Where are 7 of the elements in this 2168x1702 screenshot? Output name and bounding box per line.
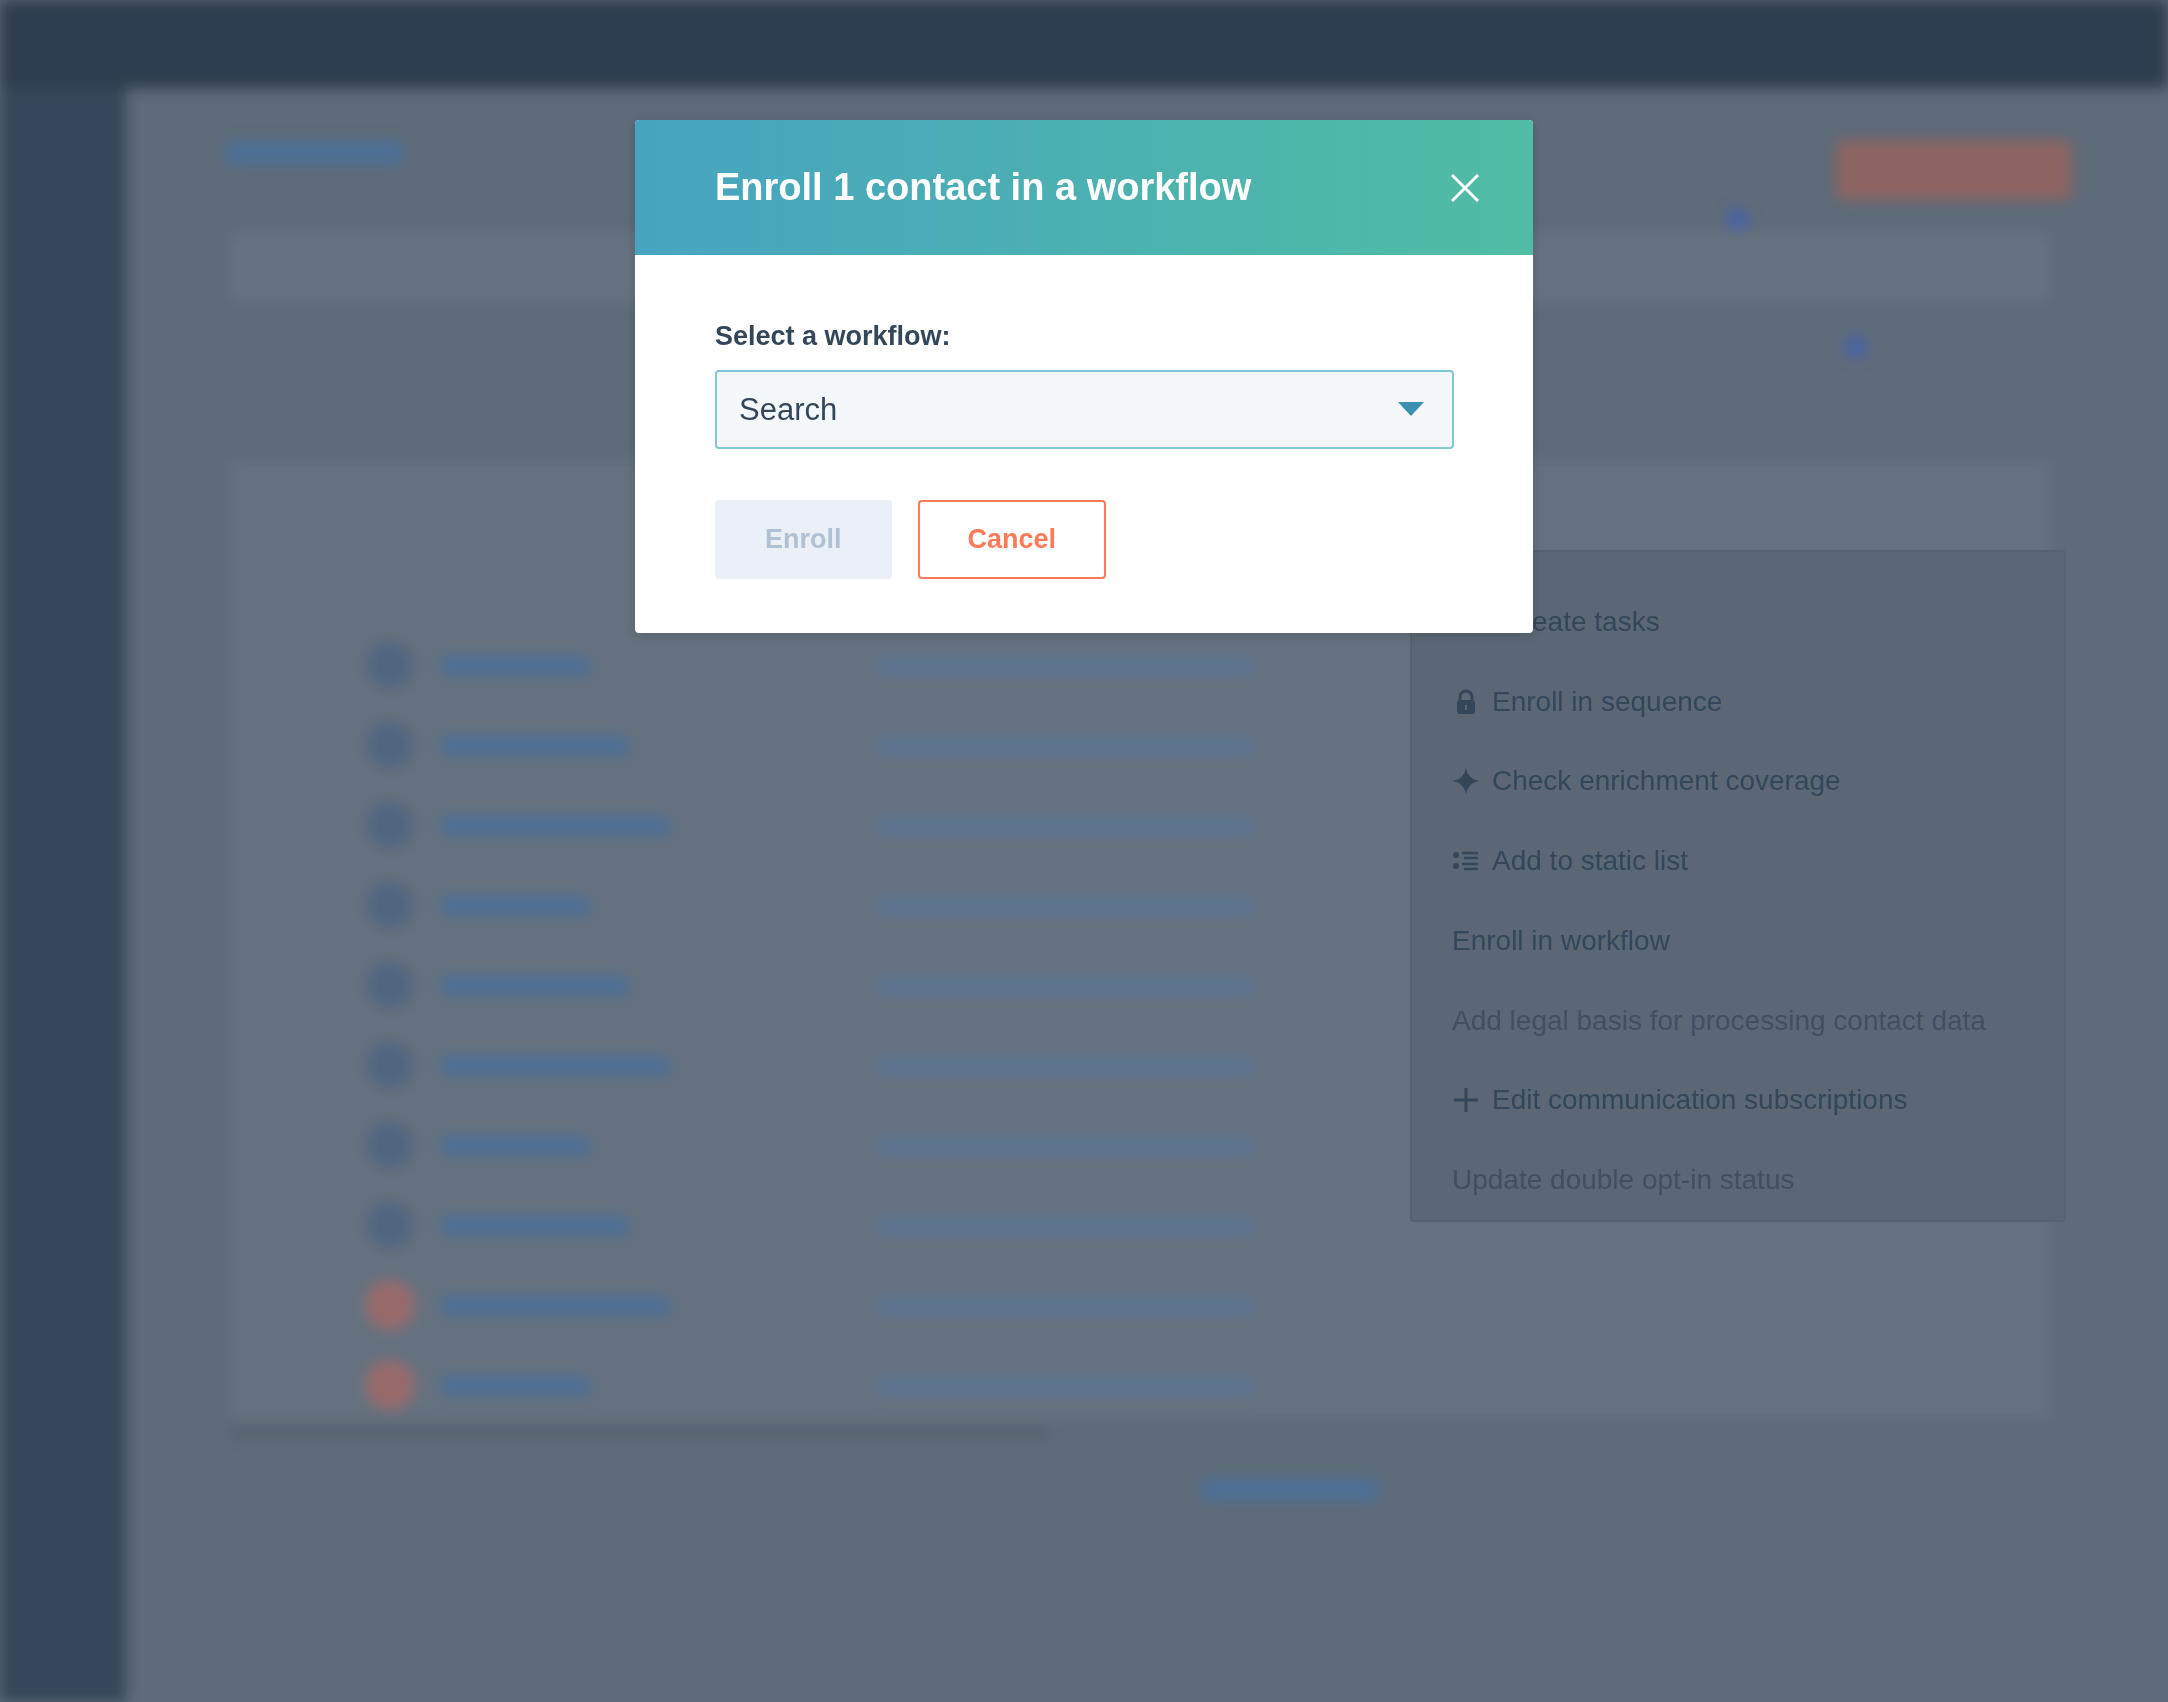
cancel-button[interactable]: Cancel [917,500,1107,579]
caret-icon [1398,402,1424,416]
workflow-select[interactable]: Search [715,370,1454,449]
field-label: Select a workflow: [715,321,952,352]
dialog-title: Enroll 1 contact in a workflow [715,166,1252,209]
plus-icon [1452,1086,1480,1115]
close-button[interactable] [1449,171,1481,204]
